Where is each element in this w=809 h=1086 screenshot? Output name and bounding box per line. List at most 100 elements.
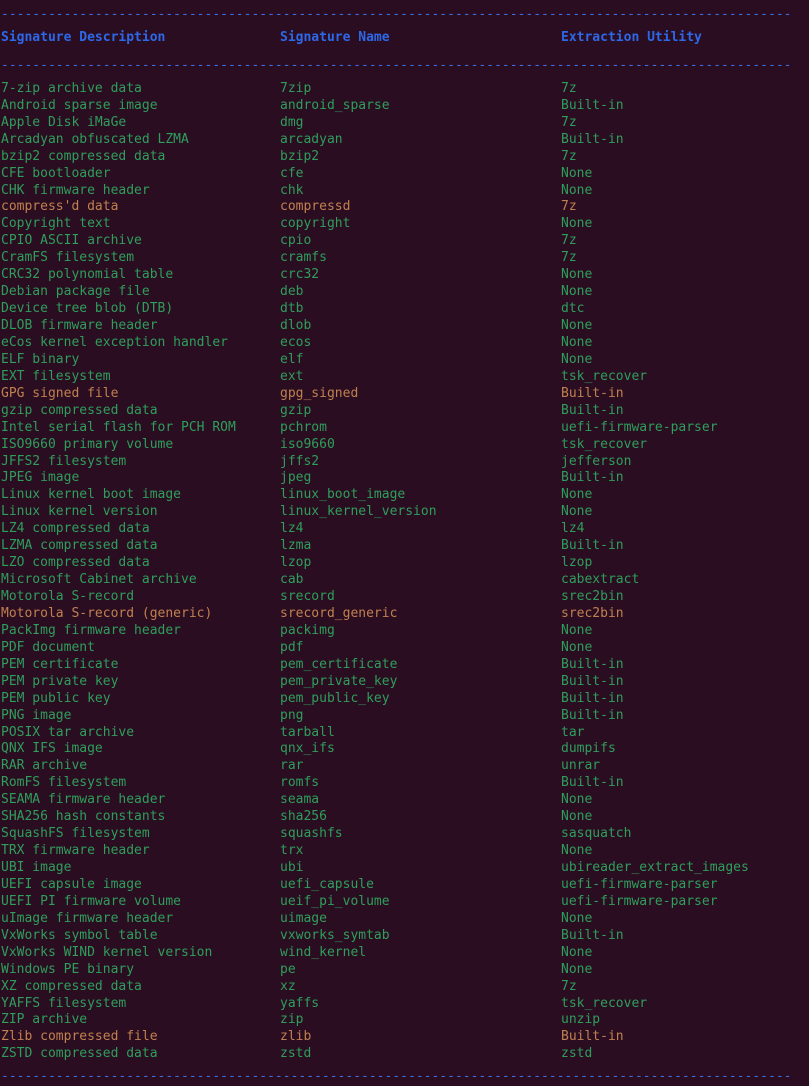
cell-signature-name: jpeg xyxy=(280,470,312,486)
table-row: POSIX tar archive tarball tar xyxy=(0,725,809,742)
top-padding xyxy=(0,0,809,7)
cell-extraction-utility: None xyxy=(561,318,593,333)
cell-extraction-utility: srec2bin xyxy=(561,605,624,621)
table-row: Windows PE binary pe None xyxy=(0,962,809,979)
cell-signature-name: wind_kernel xyxy=(280,944,367,960)
cell-signature-description: ZIP archive xyxy=(1,1012,88,1028)
cell-extraction-utility: zstd xyxy=(561,1046,593,1062)
cell-extraction-utility: None xyxy=(561,334,593,350)
cell-extraction-utility: srec2bin xyxy=(561,589,624,604)
table-row: Zlib compressed file zlib Built-in xyxy=(0,1029,809,1046)
cell-signature-name: ubi xyxy=(280,860,304,875)
table-row: EXT filesystem ext tsk_recover xyxy=(0,369,809,386)
table-row: gzip compressed data gzip Built-in xyxy=(0,403,809,420)
cell-signature-description: QNX IFS image xyxy=(1,741,103,757)
cell-signature-description: JPEG image xyxy=(1,470,80,486)
table-row: VxWorks symbol table vxworks_symtab Built-… xyxy=(0,928,809,945)
cell-extraction-utility: Built-in xyxy=(561,927,624,943)
cell-signature-name: cab xyxy=(280,572,304,588)
cell-signature-description: 7-zip archive data xyxy=(1,80,142,96)
table-row: Copyright text copyright None xyxy=(0,216,809,233)
cell-signature-description: PEM certificate xyxy=(1,656,119,672)
cell-signature-name: gzip xyxy=(280,402,312,418)
table-row: Motorola S-record (generic) srecord_gener… xyxy=(0,606,809,623)
table-row: XZ compressed data xz 7z xyxy=(0,979,809,996)
table-row: ZSTD compressed data zstd zstd xyxy=(0,1046,809,1063)
cell-extraction-utility: None xyxy=(561,284,593,300)
cell-extraction-utility: None xyxy=(561,910,593,926)
table-row: ELF binary elf None xyxy=(0,352,809,369)
table-row: ZIP archive zip unzip xyxy=(0,1012,809,1029)
table-row: UEFI PI firmware volume ueif_pi_volume uef… xyxy=(0,894,809,911)
table-row: eCos kernel exception handler ecos None xyxy=(0,335,809,352)
cell-signature-description: UEFI capsule image xyxy=(1,876,142,892)
separator-top: ----------------------------------------… xyxy=(1,7,792,22)
cell-signature-name: pem_certificate xyxy=(280,656,398,672)
cell-signature-name: qnx_ifs xyxy=(280,741,335,757)
cell-signature-name: trx xyxy=(280,843,304,859)
cell-signature-name: squashfs xyxy=(280,826,343,842)
table-row: UEFI capsule image uefi_capsule uefi-firmw… xyxy=(0,877,809,894)
cell-extraction-utility: tsk_recover xyxy=(561,995,648,1011)
cell-extraction-utility: dtc xyxy=(561,301,585,317)
cell-extraction-utility: unzip xyxy=(561,1012,601,1028)
table-row: LZMA compressed data lzma Built-in xyxy=(0,538,809,555)
table-header-row: Signature Description Signature Name Extra… xyxy=(0,30,809,52)
cell-signature-name: chk xyxy=(280,182,304,198)
cell-signature-name: rar xyxy=(280,758,304,774)
cell-signature-name: pdf xyxy=(280,639,304,655)
cell-extraction-utility: Built-in xyxy=(561,470,624,486)
table-row: PackImg firmware header packimg None xyxy=(0,623,809,640)
table-row: JPEG image jpeg Built-in xyxy=(0,470,809,487)
cell-signature-name: vxworks_symtab xyxy=(280,927,390,943)
cell-signature-name: android_sparse xyxy=(280,97,390,113)
table-row: bzip2 compressed data bzip2 7z xyxy=(0,149,809,166)
cell-signature-description: UBI image xyxy=(1,860,72,875)
cell-signature-description: RomFS filesystem xyxy=(1,775,127,791)
table-row: CPIO ASCII archive cpio 7z xyxy=(0,233,809,250)
table-row: Microsoft Cabinet archive cab cabextract xyxy=(0,572,809,589)
cell-signature-name: png xyxy=(280,707,304,723)
cell-signature-description: CHK firmware header xyxy=(1,182,150,198)
cell-extraction-utility: tar xyxy=(561,724,585,740)
cell-signature-description: Motorola S-record xyxy=(1,589,135,604)
table-row: PEM private key pem_private_key Built-in xyxy=(0,674,809,691)
table-row: GPG signed file gpg_signed Built-in xyxy=(0,386,809,403)
cell-signature-description: VxWorks symbol table xyxy=(1,927,158,943)
cell-signature-description: SquashFS filesystem xyxy=(1,826,150,842)
cell-signature-name: yaffs xyxy=(280,995,320,1011)
table-row: ISO9660 primary volume iso9660 tsk_recover xyxy=(0,437,809,454)
table-row: LZO compressed data lzop lzop xyxy=(0,555,809,572)
column-header-signature-description: Signature Description xyxy=(1,29,166,45)
cell-extraction-utility: None xyxy=(561,165,593,181)
cell-signature-description: LZO compressed data xyxy=(1,555,150,571)
cell-signature-name: pe xyxy=(280,961,296,977)
cell-extraction-utility: None xyxy=(561,182,593,198)
cell-signature-name: elf xyxy=(280,351,304,367)
cell-signature-description: Copyright text xyxy=(1,216,111,232)
table-row: compress'd data compressd 7z xyxy=(0,199,809,216)
cell-signature-name: ecos xyxy=(280,334,312,350)
cell-extraction-utility: None xyxy=(561,843,593,859)
cell-extraction-utility: 7z xyxy=(561,978,577,994)
cell-signature-description: LZMA compressed data xyxy=(1,538,158,554)
table-row: Motorola S-record srecord srec2bin xyxy=(0,589,809,606)
table-row: YAFFS filesystem yaffs tsk_recover xyxy=(0,996,809,1013)
cell-signature-name: deb xyxy=(280,284,304,300)
cell-signature-name: crc32 xyxy=(280,267,320,283)
separator-bottom: ----------------------------------------… xyxy=(1,1069,792,1085)
cell-signature-name: lzma xyxy=(280,538,312,554)
table-row: JFFS2 filesystem jffs2 jefferson xyxy=(0,454,809,471)
table-row: Device tree blob (DTB) dtb dtc xyxy=(0,301,809,318)
cell-extraction-utility: 7z xyxy=(561,250,577,266)
cell-signature-description: YAFFS filesystem xyxy=(1,995,127,1011)
cell-signature-description: Apple Disk iMaGe xyxy=(1,114,127,130)
table-row: Debian package file deb None xyxy=(0,284,809,301)
table-row: SHA256 hash constants sha256 None xyxy=(0,809,809,826)
column-header-extraction-utility: Extraction Utility xyxy=(561,29,702,45)
cell-signature-description: SHA256 hash constants xyxy=(1,809,166,825)
cell-signature-description: GPG signed file xyxy=(1,385,119,401)
cell-signature-name: packimg xyxy=(280,622,335,638)
cell-signature-name: 7zip xyxy=(280,80,312,96)
cell-signature-name: linux_kernel_version xyxy=(280,504,437,520)
